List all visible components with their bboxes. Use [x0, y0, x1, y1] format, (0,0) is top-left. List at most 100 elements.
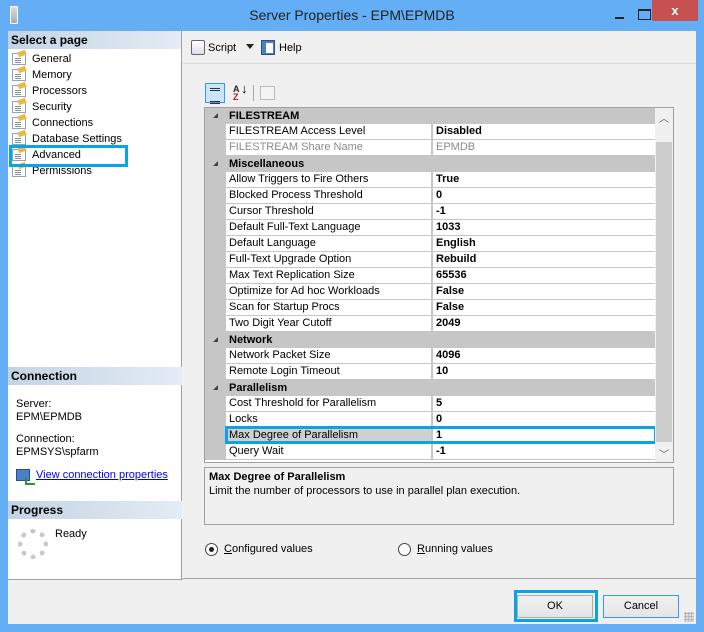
- view-connection-properties-link[interactable]: View connection properties: [16, 469, 182, 485]
- property-row[interactable]: Cost Threshold for Parallelism 5: [205, 396, 656, 412]
- toolbar-separator: [253, 85, 254, 101]
- property-row[interactable]: Query Wait -1: [205, 444, 656, 460]
- property-row[interactable]: Two Digit Year Cutoff 2049: [205, 316, 656, 332]
- property-row[interactable]: FILESTREAM Access Level Disabled: [205, 124, 656, 140]
- property-row[interactable]: Default Language English: [205, 236, 656, 252]
- connection-value: EPMSYS\spfarm: [16, 446, 99, 458]
- running-accesskey: R: [417, 543, 425, 555]
- property-name[interactable]: Default Full-Text Language: [226, 220, 432, 235]
- property-row[interactable]: Default Full-Text Language 1033: [205, 220, 656, 236]
- sidebar-item-processors[interactable]: Processors: [8, 83, 181, 99]
- property-value[interactable]: -1: [433, 444, 656, 459]
- sidebar-item-connections[interactable]: Connections: [8, 115, 181, 131]
- property-value[interactable]: -1: [433, 204, 656, 219]
- property-name[interactable]: Remote Login Timeout: [226, 364, 432, 379]
- property-value[interactable]: 65536: [433, 268, 656, 283]
- collapse-icon[interactable]: [213, 337, 218, 342]
- category-label: Miscellaneous: [229, 158, 305, 170]
- property-name[interactable]: Cursor Threshold: [226, 204, 432, 219]
- progress-status: Ready: [55, 528, 87, 540]
- scroll-down-icon[interactable]: ﹀: [655, 446, 673, 461]
- collapse-icon[interactable]: [213, 161, 218, 166]
- ok-button[interactable]: OK: [517, 595, 593, 618]
- property-row[interactable]: FILESTREAM Share Name EPMDB: [205, 140, 656, 156]
- property-row[interactable]: Remote Login Timeout 10: [205, 364, 656, 380]
- property-value[interactable]: False: [433, 300, 656, 315]
- running-values-radio[interactable]: Running values: [398, 541, 493, 557]
- grid-scrollbar[interactable]: ︿ ﹀: [655, 108, 673, 462]
- property-name[interactable]: FILESTREAM Access Level: [226, 124, 432, 139]
- property-value[interactable]: 0: [433, 412, 656, 427]
- property-value[interactable]: Rebuild: [433, 252, 656, 267]
- resize-grip-icon[interactable]: [684, 612, 694, 622]
- alphabetical-sort-icon[interactable]: AZ: [230, 83, 250, 103]
- property-row[interactable]: Optimize for Ad hoc Workloads False: [205, 284, 656, 300]
- help-button[interactable]: Help: [261, 40, 302, 56]
- window-title: Server Properties - EPM\EPMDB: [249, 7, 455, 23]
- property-name[interactable]: Query Wait: [226, 444, 432, 459]
- property-value[interactable]: English: [433, 236, 656, 251]
- description-text: Limit the number of processors to use in…: [209, 485, 521, 497]
- left-pane: Select a page General Memory Processors Sec…: [8, 31, 182, 579]
- sidebar-item-label: Security: [32, 101, 72, 113]
- property-name[interactable]: Scan for Startup Procs: [226, 300, 432, 315]
- sidebar-item-security[interactable]: Security: [8, 99, 181, 115]
- property-row[interactable]: Full-Text Upgrade Option Rebuild: [205, 252, 656, 268]
- property-row[interactable]: Max Text Replication Size 65536: [205, 268, 656, 284]
- property-name[interactable]: Two Digit Year Cutoff: [226, 316, 432, 331]
- sidebar-item-general[interactable]: General: [8, 51, 181, 67]
- collapse-icon[interactable]: [213, 113, 218, 118]
- property-name[interactable]: Optimize for Ad hoc Workloads: [226, 284, 432, 299]
- view-connection-properties-label: View connection properties: [36, 469, 168, 481]
- property-row[interactable]: Scan for Startup Procs False: [205, 300, 656, 316]
- property-name[interactable]: Locks: [226, 412, 432, 427]
- property-value[interactable]: True: [433, 172, 656, 187]
- category-label: Network: [229, 334, 273, 346]
- progress-section: Progress Ready: [8, 501, 182, 559]
- sidebar-item-label: Processors: [32, 85, 88, 97]
- property-name[interactable]: Default Language: [226, 236, 432, 251]
- category-row[interactable]: Network: [205, 332, 656, 348]
- property-value[interactable]: 4096: [433, 348, 656, 363]
- property-value[interactable]: False: [433, 284, 656, 299]
- category-row[interactable]: Miscellaneous: [205, 156, 656, 172]
- category-row[interactable]: Parallelism: [205, 380, 656, 396]
- page-icon: [12, 101, 26, 113]
- property-value[interactable]: 2049: [433, 316, 656, 331]
- connection-section: Connection Server: EPM\EPMDB Connection:…: [8, 367, 182, 485]
- property-name[interactable]: Allow Triggers to Fire Others: [226, 172, 432, 187]
- property-row[interactable]: Allow Triggers to Fire Others True: [205, 172, 656, 188]
- property-name[interactable]: Max Text Replication Size: [226, 268, 432, 283]
- property-name[interactable]: Network Packet Size: [226, 348, 432, 363]
- max-dop-highlight: [225, 426, 657, 444]
- property-row[interactable]: Blocked Process Threshold 0: [205, 188, 656, 204]
- property-name[interactable]: Full-Text Upgrade Option: [226, 252, 432, 267]
- categorized-icon[interactable]: [205, 83, 225, 104]
- property-pages-icon[interactable]: [260, 86, 275, 100]
- minimize-button[interactable]: [608, 6, 632, 24]
- property-value[interactable]: 1033: [433, 220, 656, 235]
- property-row[interactable]: Cursor Threshold -1: [205, 204, 656, 220]
- category-row[interactable]: FILESTREAM: [205, 108, 656, 124]
- configured-values-radio[interactable]: Configured values: [205, 541, 313, 557]
- title-bar: Server Properties - EPM\EPMDB x: [0, 0, 704, 30]
- collapse-icon[interactable]: [213, 385, 218, 390]
- property-name[interactable]: Blocked Process Threshold: [226, 188, 432, 203]
- property-value[interactable]: 10: [433, 364, 656, 379]
- property-value[interactable]: 0: [433, 188, 656, 203]
- property-value[interactable]: Disabled: [433, 124, 656, 139]
- scroll-thumb[interactable]: [656, 142, 672, 442]
- close-button[interactable]: x: [652, 0, 698, 21]
- help-icon: [261, 40, 275, 55]
- property-value[interactable]: EPMDB: [433, 140, 656, 155]
- sidebar-item-memory[interactable]: Memory: [8, 67, 181, 83]
- property-name[interactable]: FILESTREAM Share Name: [226, 140, 432, 155]
- script-dropdown-icon[interactable]: [246, 44, 254, 49]
- script-button[interactable]: Script: [191, 40, 236, 56]
- property-value[interactable]: 5: [433, 396, 656, 411]
- cancel-button[interactable]: Cancel: [603, 595, 679, 618]
- property-row[interactable]: Network Packet Size 4096: [205, 348, 656, 364]
- connection-label: Connection:: [16, 433, 75, 445]
- property-name[interactable]: Cost Threshold for Parallelism: [226, 396, 432, 411]
- scroll-up-icon[interactable]: ︿: [655, 110, 673, 125]
